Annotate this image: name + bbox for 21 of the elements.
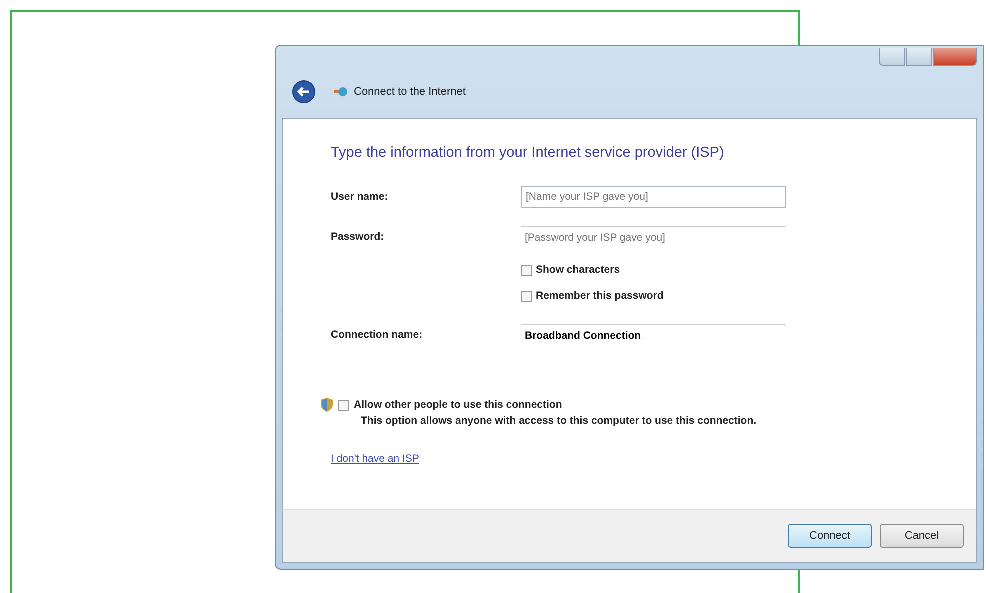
dialog-button[interactable]: Cancel [880,524,964,548]
checkbox-label[interactable]: Allow other people to use this connection [354,399,562,411]
maximize-button[interactable] [906,48,932,66]
no-isp-link[interactable]: I don't have an ISP [331,453,420,465]
window-title: Connect to the Internet [354,86,466,98]
field-label: User name: [331,191,390,203]
option-description: This option allows anyone with access to this computer to use this connection. [361,415,758,429]
shield-icon [321,398,333,412]
close-button[interactable] [933,48,977,66]
checkbox[interactable] [521,290,532,302]
dialog-button[interactable]: Connect [788,524,872,548]
dialog-heading: Type the information from your Internet service provider (ISP) [331,145,726,161]
checkbox[interactable] [338,400,349,410]
minimize-button[interactable] [879,48,905,66]
checkbox-label[interactable]: Remember this password [536,290,664,302]
checkbox-label[interactable]: Show characters [536,264,620,276]
checkbox[interactable] [521,264,532,276]
field-label: Connection name: [331,329,424,341]
globe-icon [334,86,348,98]
field-label: Password: [331,231,386,243]
input-field[interactable]: [Name your ISP gave you] [521,186,786,208]
